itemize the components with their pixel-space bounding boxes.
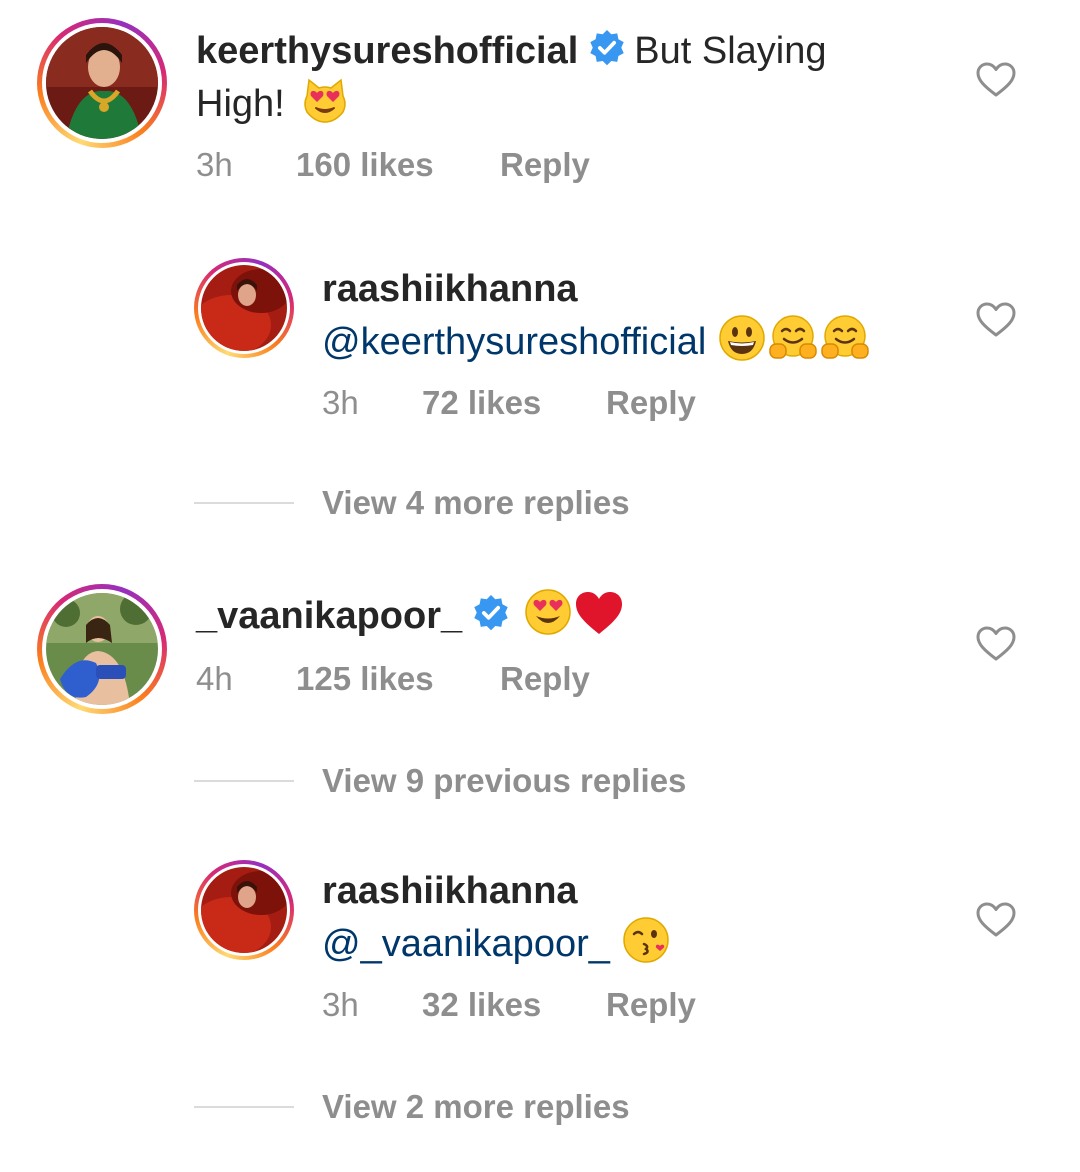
reply-button[interactable]: Reply [606, 986, 696, 1024]
reply-button[interactable]: Reply [500, 146, 590, 184]
mention-link[interactable]: @_vaanikapoor_ [322, 923, 610, 965]
like-heart-icon[interactable] [976, 62, 1016, 98]
view-more-replies-label: View 4 more replies [322, 484, 630, 521]
comment-meta: 3h 72 likes Reply [322, 384, 696, 422]
view-previous-replies[interactable]: View 9 previous replies [194, 762, 686, 800]
avatar[interactable] [194, 258, 294, 358]
verified-badge-icon [472, 594, 510, 632]
avatar[interactable] [194, 860, 294, 960]
timestamp: 3h [322, 384, 359, 421]
avatar-photo [201, 265, 287, 351]
view-more-replies[interactable]: View 4 more replies [194, 484, 630, 522]
timestamp: 3h [322, 986, 359, 1023]
kissing-face-icon [622, 916, 670, 964]
grinning-face-icon [718, 314, 766, 362]
view-more-replies[interactable]: View 2 more replies [194, 1088, 630, 1126]
divider-line [194, 1106, 294, 1108]
comment-body-line2: High! [196, 83, 285, 125]
likes-count[interactable]: 72 likes [422, 384, 606, 422]
comment-text: raashiikhanna @keerthysureshofficial [322, 264, 942, 367]
timestamp: 3h [196, 146, 233, 183]
username[interactable]: raashiikhanna [322, 268, 578, 310]
comment-text: keerthysureshofficial But Slaying High! [196, 26, 936, 129]
hugging-face-icon [769, 315, 818, 359]
username[interactable]: _vaanikapoor_ [196, 595, 462, 637]
comment-meta: 3h 32 likes Reply [322, 986, 696, 1024]
reply-raashiikhanna-2: raashiikhanna @_vaanikapoor_ 3h 32 likes… [0, 852, 1080, 1152]
view-previous-replies-label: View 9 previous replies [322, 762, 687, 799]
heart-eyes-face-icon [524, 588, 572, 636]
reply-button[interactable]: Reply [606, 384, 696, 422]
heart-eyes-cat-icon [304, 78, 347, 123]
reply-button[interactable]: Reply [500, 660, 590, 698]
divider-line [194, 780, 294, 782]
likes-count[interactable]: 32 likes [422, 986, 606, 1024]
comment-text: raashiikhanna @_vaanikapoor_ [322, 866, 942, 969]
verified-badge-icon [588, 29, 626, 67]
avatar-photo [201, 867, 287, 953]
divider-line [194, 502, 294, 504]
username[interactable]: keerthysureshofficial [196, 30, 578, 72]
comment-body: But Slaying [634, 30, 827, 72]
like-heart-icon[interactable] [976, 902, 1016, 938]
red-heart-icon [576, 592, 623, 634]
comment-keerthysureshofficial: keerthysureshofficial But Slaying High! 3… [0, 0, 1080, 220]
username[interactable]: raashiikhanna [322, 870, 578, 912]
likes-count[interactable]: 160 likes [296, 146, 500, 184]
likes-count[interactable]: 125 likes [296, 660, 500, 698]
timestamp: 4h [196, 660, 233, 697]
comment-vaanikapoor: _vaanikapoor_ 4h 125 likes Reply View 9 … [0, 580, 1080, 810]
avatar[interactable] [37, 18, 167, 148]
reply-raashiikhanna-1: raashiikhanna @keerthysureshofficial 3h … [0, 250, 1080, 540]
mention-link[interactable]: @keerthysureshofficial [322, 321, 706, 363]
avatar-photo [46, 27, 158, 139]
comment-meta: 3h 160 likes Reply [196, 146, 590, 184]
hugging-face-icon [821, 315, 870, 359]
like-heart-icon[interactable] [976, 302, 1016, 338]
like-heart-icon[interactable] [976, 626, 1016, 662]
avatar[interactable] [37, 584, 167, 714]
comment-text: _vaanikapoor_ [196, 588, 936, 641]
avatar-photo [46, 593, 158, 705]
view-more-replies-label: View 2 more replies [322, 1088, 630, 1125]
comment-meta: 4h 125 likes Reply [196, 660, 590, 698]
